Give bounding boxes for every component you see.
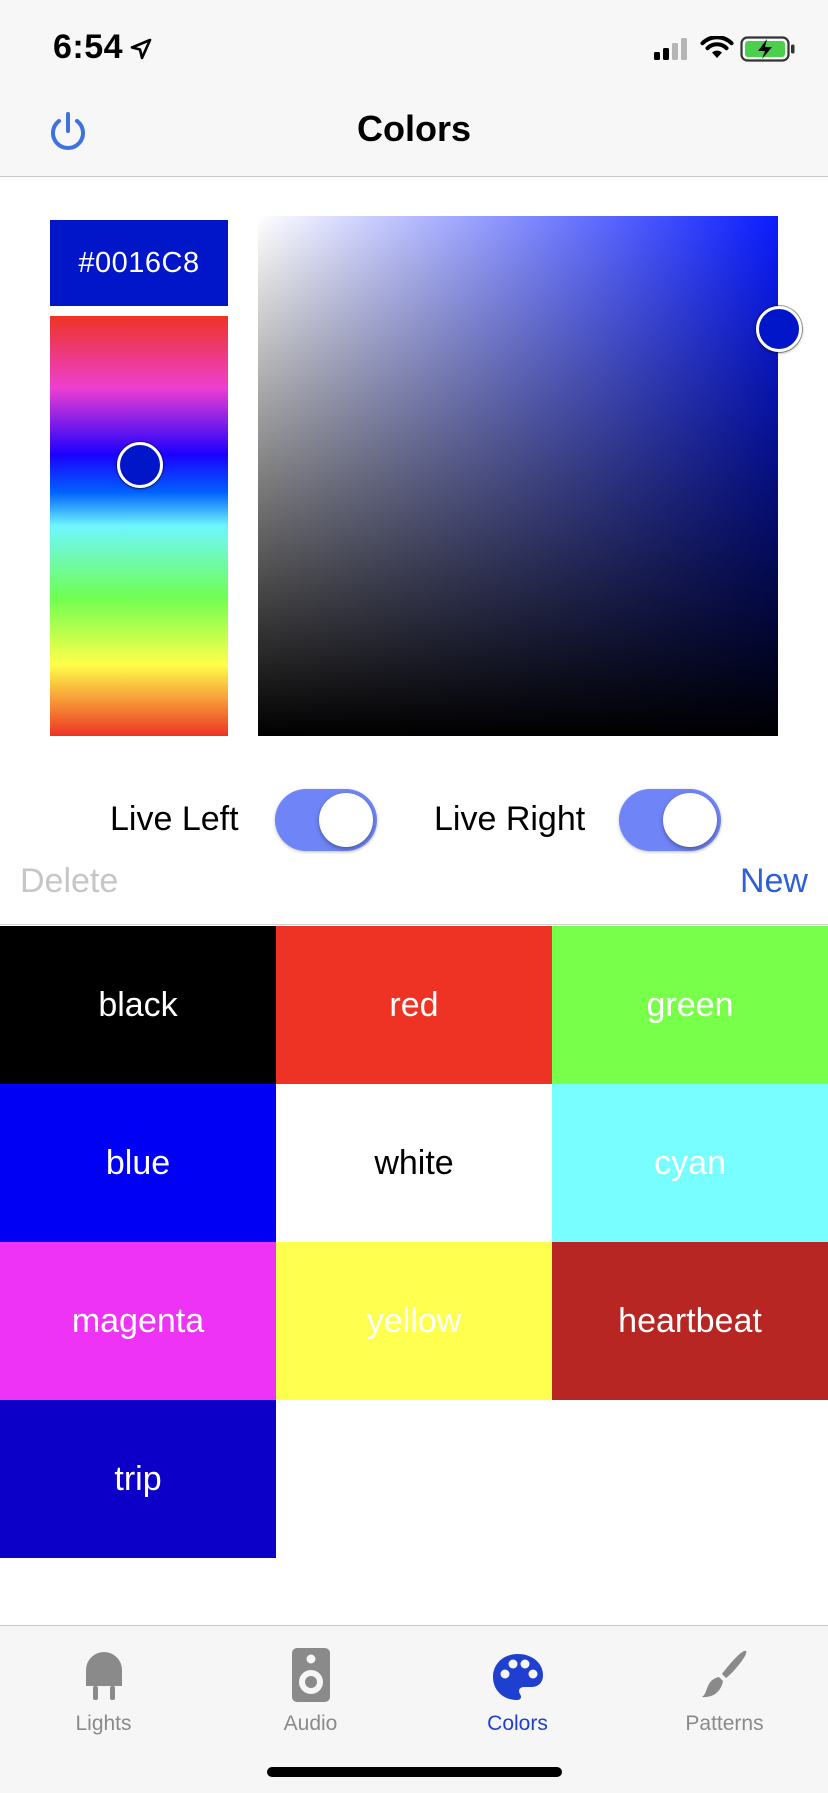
swatch-label: magenta	[71, 1301, 205, 1340]
tab-colors[interactable]: Colors	[414, 1642, 621, 1736]
swatch-label: blue	[105, 1143, 171, 1182]
swatch-white[interactable]: white	[276, 1084, 552, 1242]
speaker-icon	[291, 1648, 330, 1702]
palette-icon	[492, 1654, 543, 1700]
saturation-brightness-picker[interactable]	[258, 216, 778, 736]
tab-label: Lights	[75, 1712, 132, 1735]
swatch-label: black	[98, 985, 178, 1024]
swatch-magenta[interactable]: magenta	[0, 1242, 276, 1400]
live-left-toggle[interactable]	[275, 789, 377, 851]
cellular-signal-icon	[654, 38, 687, 60]
tab-lights[interactable]: Lights	[0, 1642, 207, 1736]
status-time: 6:54	[53, 28, 124, 66]
swatch-label: cyan	[654, 1143, 726, 1182]
brush-icon	[701, 1650, 746, 1698]
hue-slider-handle[interactable]	[117, 442, 163, 488]
swatch-label: red	[389, 985, 439, 1024]
swatch-label: trip	[114, 1459, 162, 1498]
swatch-yellow[interactable]: yellow	[276, 1242, 552, 1400]
new-button[interactable]: New	[740, 862, 808, 901]
tab-label: Colors	[487, 1712, 548, 1735]
swatch-heartbeat[interactable]: heartbeat	[552, 1242, 828, 1400]
toggle-thumb	[319, 793, 373, 847]
hue-slider[interactable]	[50, 316, 228, 736]
live-right-toggle[interactable]	[619, 789, 721, 851]
swatch-label: heartbeat	[618, 1301, 762, 1340]
live-left-label: Live Left	[110, 800, 239, 838]
live-right-label: Live Right	[434, 800, 586, 838]
tab-label: Patterns	[685, 1712, 764, 1735]
bulb-icon	[85, 1652, 122, 1700]
swatch-red[interactable]: red	[276, 926, 552, 1084]
tab-patterns[interactable]: Patterns	[621, 1642, 828, 1736]
location-arrow-icon	[130, 38, 152, 60]
swatch-cyan[interactable]: cyan	[552, 1084, 828, 1242]
delete-button[interactable]: Delete	[20, 862, 118, 901]
tab-label: Audio	[283, 1712, 338, 1735]
hex-value-display: #0016C8	[50, 220, 228, 306]
saturation-brightness-handle[interactable]	[756, 306, 802, 352]
swatch-label: white	[374, 1143, 454, 1182]
battery-charging-icon	[740, 36, 795, 62]
swatch-label: yellow	[366, 1301, 462, 1340]
navigation-bar: 6:54 Colors	[0, 0, 828, 177]
home-indicator	[267, 1767, 562, 1777]
swatch-blue[interactable]: blue	[0, 1084, 276, 1242]
hex-value: #0016C8	[78, 246, 200, 279]
divider	[0, 924, 828, 925]
swatch-trip[interactable]: trip	[0, 1400, 276, 1558]
swatch-label: green	[646, 985, 734, 1024]
swatch-black[interactable]: black	[0, 926, 276, 1084]
page-title: Colors	[356, 108, 471, 149]
tab-audio[interactable]: Audio	[207, 1642, 414, 1736]
toggle-thumb	[663, 793, 717, 847]
swatch-green[interactable]: green	[552, 926, 828, 1084]
wifi-icon	[700, 36, 734, 58]
